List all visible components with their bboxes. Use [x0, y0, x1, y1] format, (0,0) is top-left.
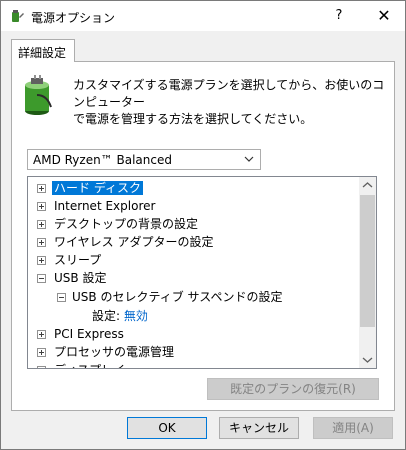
battery-plug-icon — [25, 75, 52, 115]
chevron-down-icon — [244, 156, 254, 162]
expand-icon[interactable] — [37, 366, 46, 368]
restore-defaults-button[interactable]: 既定のプランの復元(R) — [207, 378, 379, 400]
cancel-button[interactable]: キャンセル — [219, 417, 299, 439]
power-plan-value: AMD Ryzen™ Balanced — [33, 153, 172, 167]
scroll-up-icon[interactable] — [359, 177, 376, 194]
expand-icon[interactable] — [37, 220, 46, 229]
scroll-down-icon[interactable] — [359, 351, 376, 368]
tree-item-usb-settings[interactable]: USB 設定 — [54, 269, 106, 287]
ok-button[interactable]: OK — [127, 417, 207, 439]
description-text: カスタマイズする電源プランを選択してから、お使いのコンピューター で電源を管理す… — [73, 77, 393, 128]
tree-item-hard-disk[interactable]: ハード ディスク — [52, 179, 143, 197]
tree-item-processor-power[interactable]: プロセッサの電源管理 — [54, 343, 174, 361]
tree-item-usb-selective-suspend[interactable]: USB のセレクティブ サスペンドの設定 — [72, 288, 282, 306]
expand-icon[interactable] — [37, 348, 46, 357]
power-options-dialog: 電源オプション ? ✕ 詳細設定 カスタマイズする電源プランを選択してから、お使… — [0, 0, 406, 450]
tree-item-display[interactable]: ディスプレイ — [54, 361, 125, 368]
expand-icon[interactable] — [37, 202, 46, 211]
expand-icon[interactable] — [37, 330, 46, 339]
scrollbar-thumb[interactable] — [360, 195, 375, 327]
collapse-icon[interactable] — [57, 293, 66, 302]
tree-item-pci-express[interactable]: PCI Express — [54, 325, 124, 343]
tree-item-sleep[interactable]: スリープ — [54, 251, 101, 269]
window-title: 電源オプション — [31, 11, 116, 25]
title-bar[interactable]: 電源オプション ? ✕ — [1, 1, 405, 31]
help-button[interactable]: ? — [326, 4, 352, 28]
tree-item-setting-value[interactable]: 設定: 無効 — [92, 307, 148, 325]
tree-item-wireless-adapter[interactable]: ワイヤレス アダプターの設定 — [54, 233, 213, 251]
setting-label: 設定: — [92, 309, 121, 323]
close-button[interactable]: ✕ — [371, 4, 397, 28]
expand-icon[interactable] — [37, 256, 46, 265]
expand-icon[interactable] — [37, 238, 46, 247]
tab-advanced-settings[interactable]: 詳細設定 — [11, 39, 75, 62]
description-line-2: で電源を管理する方法を選択してください。 — [73, 112, 313, 126]
tree-item-desktop-background[interactable]: デスクトップの背景の設定 — [54, 215, 198, 233]
collapse-icon[interactable] — [37, 274, 46, 283]
setting-value-link[interactable]: 無効 — [124, 309, 148, 323]
vertical-scrollbar[interactable] — [359, 177, 376, 368]
description-line-1: カスタマイズする電源プランを選択してから、お使いのコンピューター — [73, 78, 385, 109]
expand-icon[interactable] — [37, 184, 46, 193]
power-options-icon — [12, 10, 24, 22]
settings-tree[interactable]: ハード ディスク Internet Explorer デスクトップの背景の設定 … — [27, 176, 377, 369]
tab-label: 詳細設定 — [18, 46, 67, 60]
tree-item-internet-explorer[interactable]: Internet Explorer — [54, 197, 155, 215]
power-plan-select[interactable]: AMD Ryzen™ Balanced — [27, 149, 261, 170]
apply-button[interactable]: 適用(A) — [313, 417, 393, 439]
